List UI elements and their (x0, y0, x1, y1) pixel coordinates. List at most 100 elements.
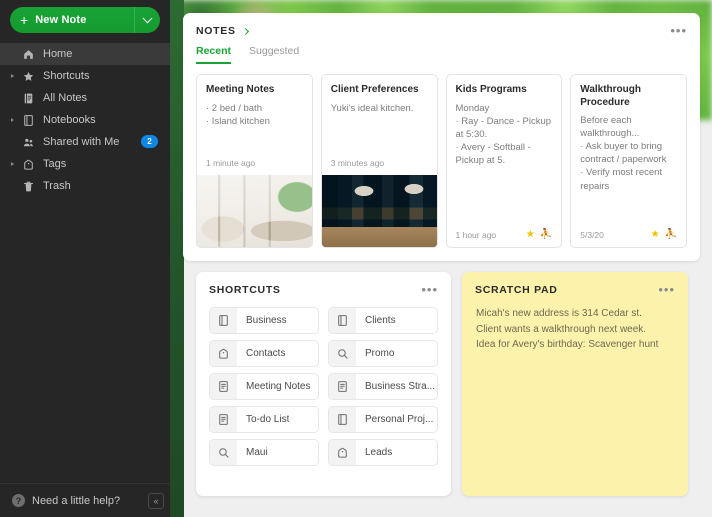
note-card-title: Walkthrough Procedure (580, 84, 641, 108)
shortcut-item[interactable]: Contacts (209, 340, 319, 367)
people-icon (18, 136, 38, 149)
plus-icon: + (20, 12, 29, 28)
shared-icon[interactable]: ⛹ (665, 230, 677, 240)
note-card-title: Client Preferences (330, 84, 419, 95)
note-card-line: · Avery - Softball - Pickup at 5. (455, 141, 531, 166)
content-wrapper: NOTES ••• Recent Suggested Meeting Notes ·… (170, 0, 712, 496)
shortcuts-grid: Business Clients Contacts Promo Meeting Note… (196, 296, 451, 479)
search-icon (210, 440, 237, 465)
scratch-pad-line: Client wants a walkthrough next week. (476, 323, 647, 335)
note-card[interactable]: Kids Programs Monday · Ray - Dance - Picku… (445, 74, 563, 248)
sidebar-item-notebooks[interactable]: Notebooks (0, 109, 170, 131)
sidebar-item-label: Trash (43, 180, 71, 192)
scratch-pad-header: SCRATCH PAD ••• (462, 272, 688, 296)
scratch-pad-line: Micah's new address is 314 Cedar st. (476, 308, 642, 319)
shortcut-item[interactable]: Meeting Notes (209, 373, 319, 400)
note-card[interactable]: Client Preferences Yuki's ideal kitchen. 3… (320, 74, 438, 248)
note-card-icons: ★ ⛹ (526, 230, 552, 240)
note-card-line: · Verify most recent repairs (580, 167, 663, 192)
shortcut-label: Contacts (246, 348, 286, 359)
shortcut-label: Personal Proj... (365, 414, 434, 425)
scratch-pad-body[interactable]: Micah's new address is 314 Cedar st. Clie… (462, 296, 688, 353)
note-card-footer: 1 hour ago ★ ⛹ (447, 230, 562, 247)
sidebar-footer: ? Need a little help? « (0, 483, 170, 517)
sidebar-item-tags[interactable]: Tags (0, 153, 170, 175)
note-card-line: Yuki's ideal kitchen. (330, 102, 414, 114)
status-badge: 2 (141, 135, 158, 148)
chevron-down-icon (142, 12, 153, 23)
shortcut-item[interactable]: Promo (328, 340, 438, 367)
shortcut-label: Meeting Notes (246, 381, 311, 392)
note-card[interactable]: Meeting Notes · 2 bed / bath · Island kitc… (196, 74, 313, 248)
help-label[interactable]: Need a little help? (32, 495, 120, 507)
shortcut-label: Business (246, 315, 287, 326)
expand-arrow-icon[interactable] (6, 162, 18, 166)
shortcut-item[interactable]: Personal Proj... (328, 406, 438, 433)
note-card-line: · Ask buyer to bring contract / paperwor… (580, 141, 667, 166)
shortcuts-panel-more-button[interactable]: ••• (421, 283, 438, 296)
shortcut-item[interactable]: Clients (328, 307, 438, 334)
shortcuts-panel-header: SHORTCUTS ••• (196, 272, 451, 296)
new-note-dropdown-button[interactable] (134, 7, 160, 33)
shortcut-item[interactable]: Business (209, 307, 319, 334)
shortcut-item[interactable]: Leads (328, 439, 438, 466)
app-root: + New Note Home Shortcuts All Notes Noteboo… (0, 0, 712, 517)
sidebar-item-label: Notebooks (43, 114, 96, 126)
notebook-icon (329, 308, 356, 333)
note-card-footer: 1 minute ago (197, 158, 312, 175)
tag-icon (329, 440, 356, 465)
tab-suggested[interactable]: Suggested (249, 45, 299, 64)
notes-panel: NOTES ••• Recent Suggested Meeting Notes ·… (183, 13, 700, 261)
new-note-container: + New Note (0, 0, 170, 41)
notes-panel-more-button[interactable]: ••• (670, 24, 687, 37)
note-icon (210, 374, 237, 399)
home-icon (18, 48, 38, 61)
note-card-timestamp: 1 minute ago (206, 158, 256, 168)
tab-recent[interactable]: Recent (196, 45, 232, 64)
scratch-pad-title: SCRATCH PAD (475, 284, 558, 296)
note-icon (329, 374, 356, 399)
expand-arrow-icon[interactable] (6, 74, 18, 78)
collapse-sidebar-icon[interactable]: « (148, 492, 164, 509)
note-card-body: Client Preferences Yuki's ideal kitchen. (322, 75, 437, 158)
sidebar-item-trash[interactable]: Trash (0, 175, 170, 197)
shortcut-label: Promo (365, 348, 395, 359)
shortcut-label: Business Stra... (365, 381, 436, 392)
note-card-footer: 3 minutes ago (322, 158, 437, 175)
note-card-footer: 5/3/20 ★ ⛹ (571, 230, 686, 247)
scratch-pad-panel[interactable]: SCRATCH PAD ••• Micah's new address is 3… (462, 272, 688, 496)
shortcut-item[interactable]: To-do List (209, 406, 319, 433)
sidebar: + New Note Home Shortcuts All Notes Noteboo… (0, 0, 170, 517)
new-note-label: New Note (35, 14, 87, 26)
sidebar-nav-list: Home Shortcuts All Notes Notebooks Shared wi… (0, 43, 170, 197)
star-icon[interactable]: ★ (526, 230, 535, 240)
sidebar-item-all-notes[interactable]: All Notes (0, 87, 170, 109)
tag-icon (18, 158, 38, 171)
note-card-line: · Island kitchen (206, 115, 270, 127)
note-card-snippet: · 2 bed / bath · Island kitchen (206, 102, 303, 128)
note-card[interactable]: Walkthrough Procedure Before each walkthr… (570, 74, 687, 248)
note-card-line: · Ray - Dance - Pickup at 5:30. (455, 115, 552, 140)
shortcut-label: Leads (365, 447, 393, 458)
note-card-line: · 2 bed / bath (206, 102, 262, 114)
note-card-snippet: Yuki's ideal kitchen. (331, 102, 428, 115)
shortcuts-panel: SHORTCUTS ••• Business Clients Contacts Pro… (196, 272, 451, 496)
tag-icon (210, 341, 237, 366)
note-card-snippet: Monday · Ray - Dance - Pickup at 5:30. · A… (456, 102, 553, 168)
shared-icon[interactable]: ⛹ (540, 230, 552, 240)
shortcut-item[interactable]: Business Stra... (328, 373, 438, 400)
sidebar-item-label: Shortcuts (43, 70, 90, 82)
shortcuts-panel-title: SHORTCUTS (209, 284, 281, 296)
expand-arrow-icon[interactable] (6, 118, 18, 122)
shortcut-label: Maui (246, 447, 268, 458)
notes-panel-title: NOTES (196, 25, 236, 37)
sidebar-item-shortcuts[interactable]: Shortcuts (0, 65, 170, 87)
sidebar-item-shared-with-me[interactable]: Shared with Me 2 (0, 131, 170, 153)
shortcut-item[interactable]: Maui (209, 439, 319, 466)
new-note-button[interactable]: + New Note (10, 7, 160, 33)
sidebar-item-home[interactable]: Home (0, 43, 170, 65)
chevron-right-icon[interactable] (241, 27, 249, 35)
star-icon[interactable]: ★ (651, 230, 660, 240)
shortcut-label: To-do List (246, 414, 290, 425)
scratch-pad-more-button[interactable]: ••• (658, 283, 675, 296)
